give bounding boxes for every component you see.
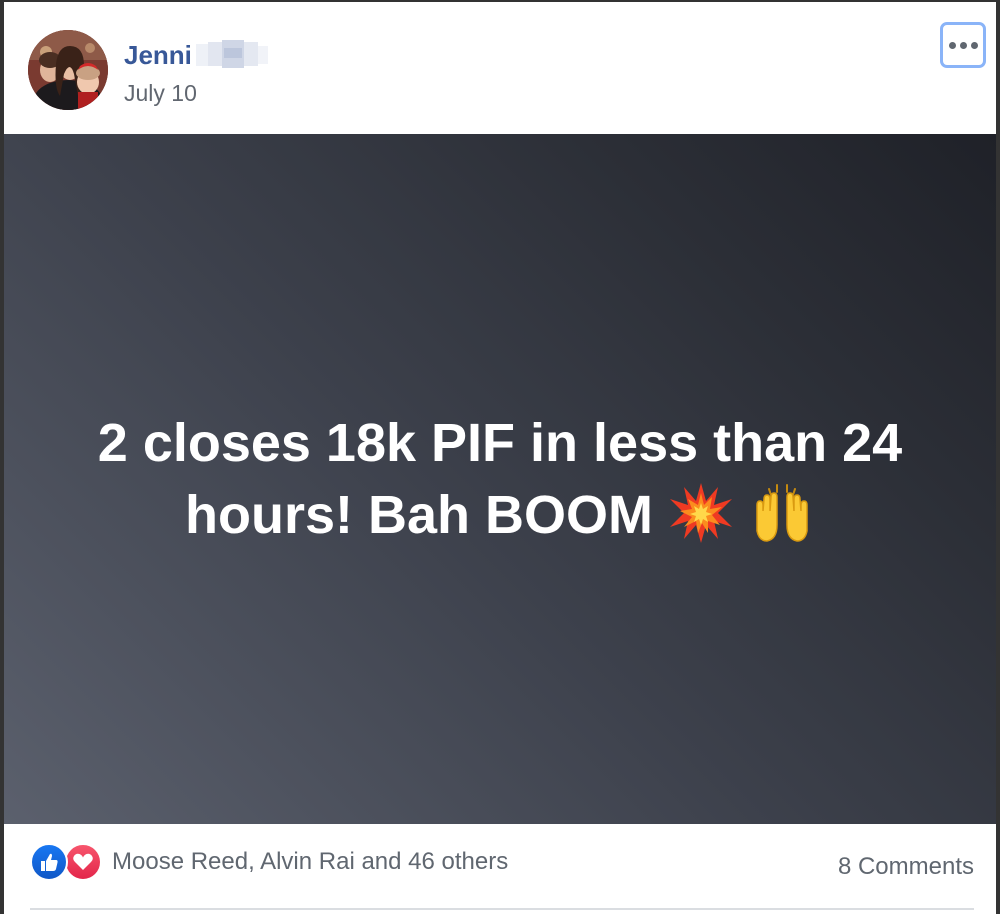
more-options-button[interactable] [940, 22, 986, 68]
author-row: Jenni [124, 38, 268, 72]
more-dots-icon [948, 41, 978, 49]
post-footer: Moose Reed, Alvin Rai and 46 others 8 Co… [4, 824, 996, 916]
post-text-line-2: hours! Bah BOOM [184, 485, 653, 545]
author-name-link[interactable]: Jenni [124, 38, 192, 72]
reactions-summary[interactable]: Moose Reed, Alvin Rai and 46 others [30, 843, 508, 881]
post-card: Jenni July 10 2 closes 18k PIF in less t… [0, 0, 1000, 916]
post-text-line-1: 2 closes 18k PIF in less than 24 [97, 413, 903, 473]
raising-hands-emoji-icon [749, 481, 815, 545]
redacted-name-blur [195, 40, 268, 70]
love-icon [64, 843, 102, 881]
author-avatar[interactable] [28, 30, 108, 110]
footer-divider [30, 908, 974, 910]
comments-count-link[interactable]: 8 Comments [838, 850, 974, 884]
post-timestamp[interactable]: July 10 [124, 78, 197, 108]
like-icon [30, 843, 68, 881]
post-text: 2 closes 18k PIF in less than 24 hours! … [50, 407, 950, 551]
post-background-banner: 2 closes 18k PIF in less than 24 hours! … [4, 134, 996, 824]
post-header: Jenni July 10 [4, 2, 996, 134]
avatar-photo-icon [28, 30, 108, 110]
reactions-names-link[interactable]: Moose Reed, Alvin Rai and 46 others [112, 844, 508, 880]
collision-emoji-icon [668, 481, 734, 545]
